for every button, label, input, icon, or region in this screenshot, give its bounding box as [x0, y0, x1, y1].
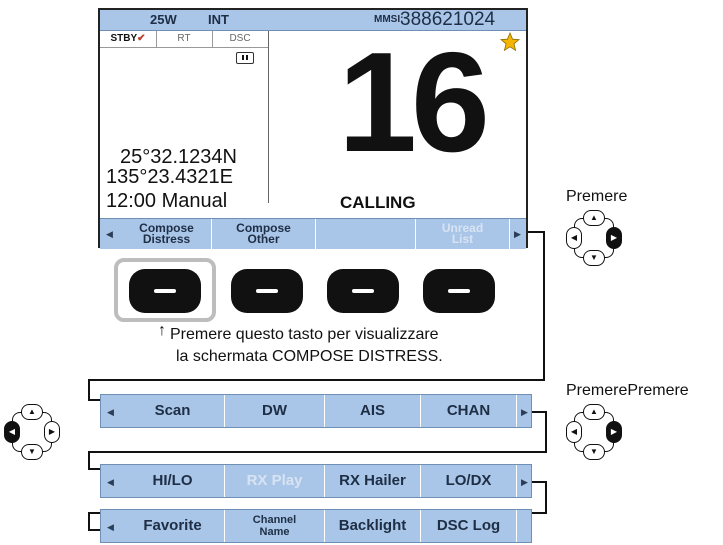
menu-scan[interactable]: Scan: [121, 395, 225, 427]
dpad-up-icon: ▲: [583, 210, 605, 226]
dpad-right-press[interactable]: ▲ ▼ ◀ ▶: [566, 210, 622, 266]
dpad-left-icon: ◀: [4, 421, 20, 443]
radio-screen: 25W INT MMSI: 388621024 STBY✔ RT DSC 25°…: [98, 8, 528, 249]
pause-icon: [236, 52, 254, 64]
menu-rx-play[interactable]: RX Play: [225, 465, 325, 497]
connector: [545, 411, 547, 452]
menu-lo-dx[interactable]: LO/DX: [421, 465, 517, 497]
menu-rx-hailer[interactable]: RX Hailer: [325, 465, 421, 497]
menu-ais[interactable]: AIS: [325, 395, 421, 427]
scroll-right-icon: ▶: [521, 477, 528, 487]
connector: [543, 231, 545, 380]
note-line-2: la schermata COMPOSE DISTRESS.: [176, 348, 443, 365]
connector: [88, 468, 100, 470]
menu-favorite[interactable]: Favorite: [121, 510, 225, 542]
connector: [530, 411, 546, 413]
connector: [530, 481, 546, 483]
power-level: 25W: [150, 12, 177, 27]
scroll-right-icon: ▶: [521, 407, 528, 417]
label-premere: Premere: [566, 188, 628, 205]
label-premere-premere: PremerePremere: [566, 382, 689, 399]
note-line-1: Premere questo tasto per visualizzare: [170, 326, 439, 343]
connector: [88, 512, 90, 530]
tab-stby[interactable]: STBY✔: [100, 31, 157, 47]
menu-row-2: ◀ HI/LO RX Play RX Hailer LO/DX ▶: [100, 464, 532, 498]
mode-tabs: STBY✔ RT DSC: [100, 31, 268, 47]
menu-dsc-log[interactable]: DSC Log: [421, 510, 517, 542]
connector: [528, 231, 544, 233]
dpad-right-icon: ▶: [606, 227, 622, 249]
soft-key-4[interactable]: [423, 269, 495, 313]
softkey-bar: ◀ Compose Distress Compose Other Unread …: [100, 218, 526, 249]
dpad-up-icon: ▲: [583, 404, 605, 420]
connector: [88, 451, 90, 469]
check-icon: ✔: [137, 33, 146, 44]
softkey-unread-list[interactable]: Unread List: [416, 219, 510, 249]
menu-hi-lo[interactable]: HI/LO: [121, 465, 225, 497]
soft-key-3[interactable]: [327, 269, 399, 313]
menu-channel-name[interactable]: Channel Name: [225, 510, 325, 542]
scroll-left-icon: ◀: [107, 477, 114, 487]
softkey-compose-other[interactable]: Compose Other: [212, 219, 316, 249]
menu-chan[interactable]: CHAN: [421, 395, 517, 427]
connector: [545, 481, 547, 513]
menu-row-3: ◀ Favorite Channel Name Backlight DSC Lo…: [100, 509, 532, 543]
tab-rt[interactable]: RT: [156, 31, 213, 47]
scroll-left-icon: ◀: [107, 522, 114, 532]
menu-row-1: ◀ Scan DW AIS CHAN ▶: [100, 394, 532, 428]
star-icon: [499, 31, 521, 57]
screen-divider: [268, 31, 269, 203]
dpad-right-press-2[interactable]: ▲ ▼ ◀ ▶: [566, 404, 622, 460]
time-readout: 12:00 Manual: [106, 190, 228, 212]
tab-divider: [100, 47, 268, 48]
softkey-compose-distress[interactable]: Compose Distress: [122, 219, 212, 249]
soft-key-2[interactable]: [231, 269, 303, 313]
dpad-down-icon: ▼: [21, 444, 43, 460]
dpad-down-icon: ▼: [583, 444, 605, 460]
longitude: 135°23.4321E: [106, 166, 234, 188]
dpad-up-icon: ▲: [21, 404, 43, 420]
scroll-right-icon: ▶: [514, 229, 521, 239]
dpad-right-icon: ▶: [606, 421, 622, 443]
softkey-empty[interactable]: [316, 219, 416, 249]
soft-key-1[interactable]: [129, 269, 201, 313]
scroll-left-icon: ◀: [106, 229, 113, 239]
dpad-left-press[interactable]: ▲ ▼ ◀ ▶: [4, 404, 60, 460]
menu-dw[interactable]: DW: [225, 395, 325, 427]
channel-number: 16: [338, 23, 490, 182]
note-arrow: ↑: [158, 322, 166, 339]
scroll-left-icon: ◀: [107, 407, 114, 417]
dpad-down-icon: ▼: [583, 250, 605, 266]
tab-dsc[interactable]: DSC: [212, 31, 268, 47]
connector: [88, 399, 100, 401]
dpad-left-icon: ◀: [566, 421, 582, 443]
channel-status: CALLING: [340, 193, 416, 212]
connector: [88, 529, 100, 531]
menu-backlight[interactable]: Backlight: [325, 510, 421, 542]
dpad-left-icon: ◀: [566, 227, 582, 249]
intl-mode: INT: [208, 12, 229, 27]
connector: [88, 379, 545, 381]
dpad-right-icon: ▶: [44, 421, 60, 443]
connector: [88, 451, 547, 453]
connector: [88, 379, 90, 400]
